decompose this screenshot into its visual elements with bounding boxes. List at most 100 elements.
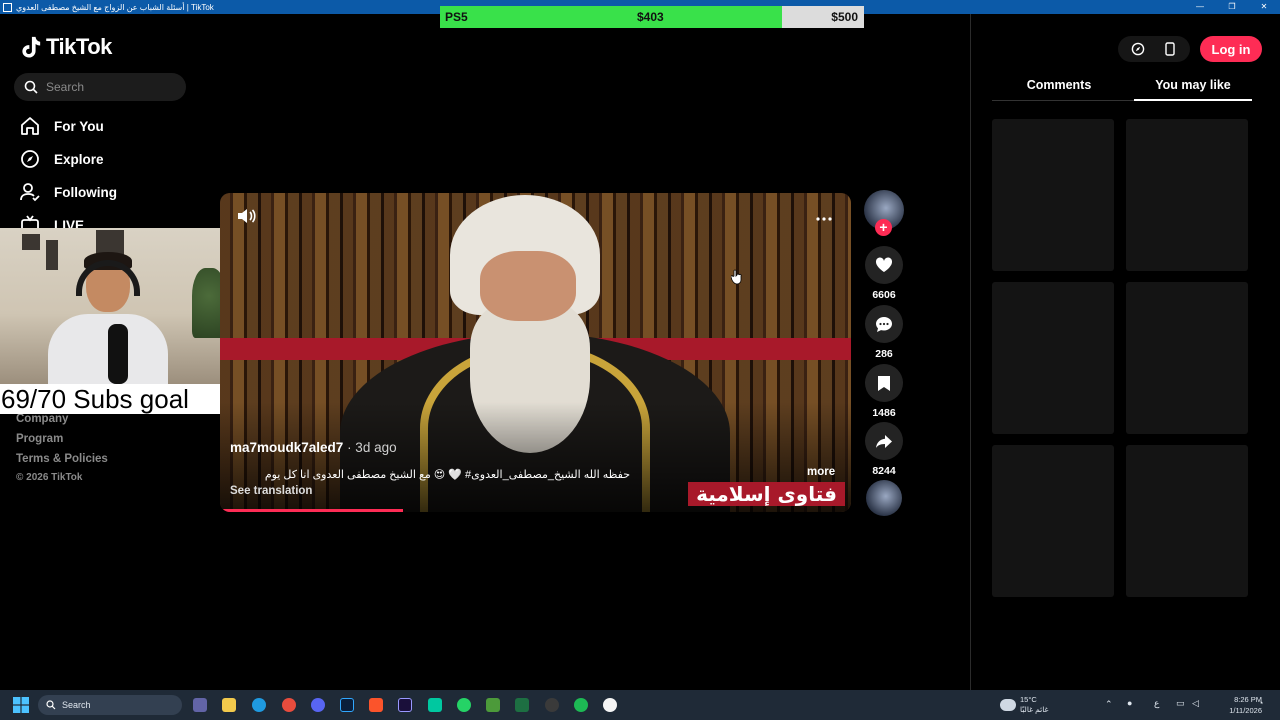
goal-current: $403 xyxy=(637,10,664,24)
photoshop-icon[interactable] xyxy=(340,698,354,712)
phone-icon xyxy=(1165,42,1175,56)
brave-icon[interactable] xyxy=(369,698,383,712)
more-dots-icon xyxy=(816,217,832,221)
like-button[interactable] xyxy=(865,246,903,284)
streaming-app-icon[interactable] xyxy=(428,698,442,712)
windows-start-icon[interactable] xyxy=(13,697,29,713)
nav-label: For You xyxy=(54,118,104,134)
explore-icon-button[interactable] xyxy=(1122,36,1154,62)
goal-label: PS5 xyxy=(445,10,468,24)
home-icon xyxy=(21,117,39,135)
teams-icon[interactable] xyxy=(193,698,207,712)
sound-avatar[interactable] xyxy=(864,480,904,516)
following-icon xyxy=(20,183,40,202)
suggested-video-card[interactable] xyxy=(1126,282,1248,434)
goal-target: $500 xyxy=(831,10,858,24)
video-author[interactable]: ma7moudk7aled7 · 3d ago xyxy=(230,440,397,455)
suggested-video-card[interactable] xyxy=(1126,445,1248,597)
hand-cursor-icon xyxy=(731,269,742,285)
video-player[interactable]: فتاوى إسلامية xyxy=(220,193,851,512)
music-disc-icon xyxy=(866,480,902,516)
discord-icon[interactable] xyxy=(311,698,325,712)
premiere-icon[interactable] xyxy=(398,698,412,712)
login-button[interactable]: Log in xyxy=(1200,36,1262,62)
share-action[interactable]: 8244 xyxy=(864,422,904,477)
speaker-icon xyxy=(238,209,256,223)
windows-taskbar: Search 15°C غائم غالبًا ⌃ ● ع ▭ ◁ 8:26 P… xyxy=(0,690,1280,720)
search-icon xyxy=(46,700,56,710)
obs-icon[interactable] xyxy=(545,698,559,712)
share-icon xyxy=(876,434,892,448)
tab-you-may-like[interactable]: You may like xyxy=(1126,78,1260,92)
app-icon[interactable] xyxy=(603,698,617,712)
search-icon xyxy=(24,80,38,94)
compass-icon xyxy=(1131,42,1145,56)
suggested-video-card[interactable] xyxy=(992,445,1114,597)
save-button[interactable] xyxy=(865,364,903,402)
like-count: 6606 xyxy=(872,289,896,301)
microphone-icon[interactable]: ● xyxy=(1127,698,1132,708)
notification-bell-icon[interactable]: ◔ xyxy=(1258,698,1263,708)
excel-icon[interactable] xyxy=(515,698,529,712)
input-language[interactable]: ع xyxy=(1154,698,1159,709)
logo-text: TikTok xyxy=(46,34,112,59)
suggested-video-card[interactable] xyxy=(1126,119,1248,271)
tiktok-logo-icon xyxy=(22,36,41,58)
minecraft-icon[interactable] xyxy=(486,698,500,712)
nav-following[interactable]: Following xyxy=(20,182,117,202)
weather-widget[interactable]: 15°C غائم غالبًا xyxy=(1000,695,1048,715)
taskbar-search[interactable]: Search xyxy=(38,695,182,715)
comment-icon xyxy=(876,316,892,332)
search-placeholder: Search xyxy=(46,80,85,94)
nav-explore[interactable]: Explore xyxy=(20,149,104,169)
like-action[interactable]: 6606 xyxy=(864,246,904,301)
close-button[interactable]: ✕ xyxy=(1248,0,1280,14)
see-translation-link[interactable]: See translation xyxy=(230,485,312,497)
edge-icon[interactable] xyxy=(252,698,266,712)
header-actions: Log in xyxy=(1118,36,1262,62)
goal-progress-fill xyxy=(440,6,782,28)
caption-more-link[interactable]: more xyxy=(807,466,835,478)
suggested-video-card[interactable] xyxy=(992,282,1114,434)
save-action[interactable]: 1486 xyxy=(864,364,904,419)
tab-comments[interactable]: Comments xyxy=(992,78,1126,92)
footer-company[interactable]: Company xyxy=(16,413,68,425)
author-username[interactable]: ma7moudk7aled7 xyxy=(230,440,343,455)
comment-button[interactable] xyxy=(865,305,903,343)
suggested-video-card[interactable] xyxy=(992,119,1114,271)
video-progress-bar[interactable] xyxy=(220,509,403,512)
minimize-button[interactable]: — xyxy=(1184,0,1216,14)
video-options-button[interactable] xyxy=(815,209,833,227)
footer-program[interactable]: Program xyxy=(16,433,63,445)
video-watermark: فتاوى إسلامية xyxy=(688,482,845,506)
comment-count: 286 xyxy=(875,348,893,360)
tiktok-logo[interactable]: TikTok xyxy=(20,34,112,60)
video-caption: حفظه الله الشيخ_مصطفى_العدوى# 🤍 😍 مع الش… xyxy=(264,469,630,481)
weather-desc: غائم غالبًا xyxy=(1020,705,1049,714)
share-count: 8244 xyxy=(872,465,896,477)
footer-terms[interactable]: Terms & Policies xyxy=(16,453,108,465)
maximize-button[interactable]: ❐ xyxy=(1216,0,1248,14)
comment-action[interactable]: 286 xyxy=(864,305,904,360)
network-icon[interactable]: ▭ xyxy=(1176,698,1185,709)
chevron-up-icon[interactable]: ⌃ xyxy=(1105,699,1113,710)
nav-for-you[interactable]: For You xyxy=(20,116,104,136)
spotify-icon[interactable] xyxy=(574,698,588,712)
window-title: أسئلة الشباب عن الزواج مع الشيخ مصطفى ال… xyxy=(16,2,214,12)
webcam-overlay xyxy=(0,228,244,384)
search-input[interactable]: Search xyxy=(14,73,186,101)
chrome-icon[interactable] xyxy=(282,698,296,712)
panel-divider xyxy=(970,14,971,690)
file-explorer-icon[interactable] xyxy=(222,698,236,712)
share-button[interactable] xyxy=(865,422,903,460)
follow-button[interactable]: + xyxy=(875,219,892,236)
taskbar-search-placeholder: Search xyxy=(62,700,91,710)
volume-button[interactable] xyxy=(236,207,258,230)
donation-goal-bar: PS5 $403 $500 xyxy=(440,6,864,28)
nav-label: Explore xyxy=(54,151,104,167)
get-app-button[interactable] xyxy=(1154,36,1186,62)
footer-copyright: © 2026 TikTok xyxy=(16,472,83,483)
whatsapp-icon[interactable] xyxy=(457,698,471,712)
volume-icon[interactable]: ◁ xyxy=(1192,698,1199,709)
subs-goal-overlay: 69/70 Subs goal xyxy=(0,384,220,414)
